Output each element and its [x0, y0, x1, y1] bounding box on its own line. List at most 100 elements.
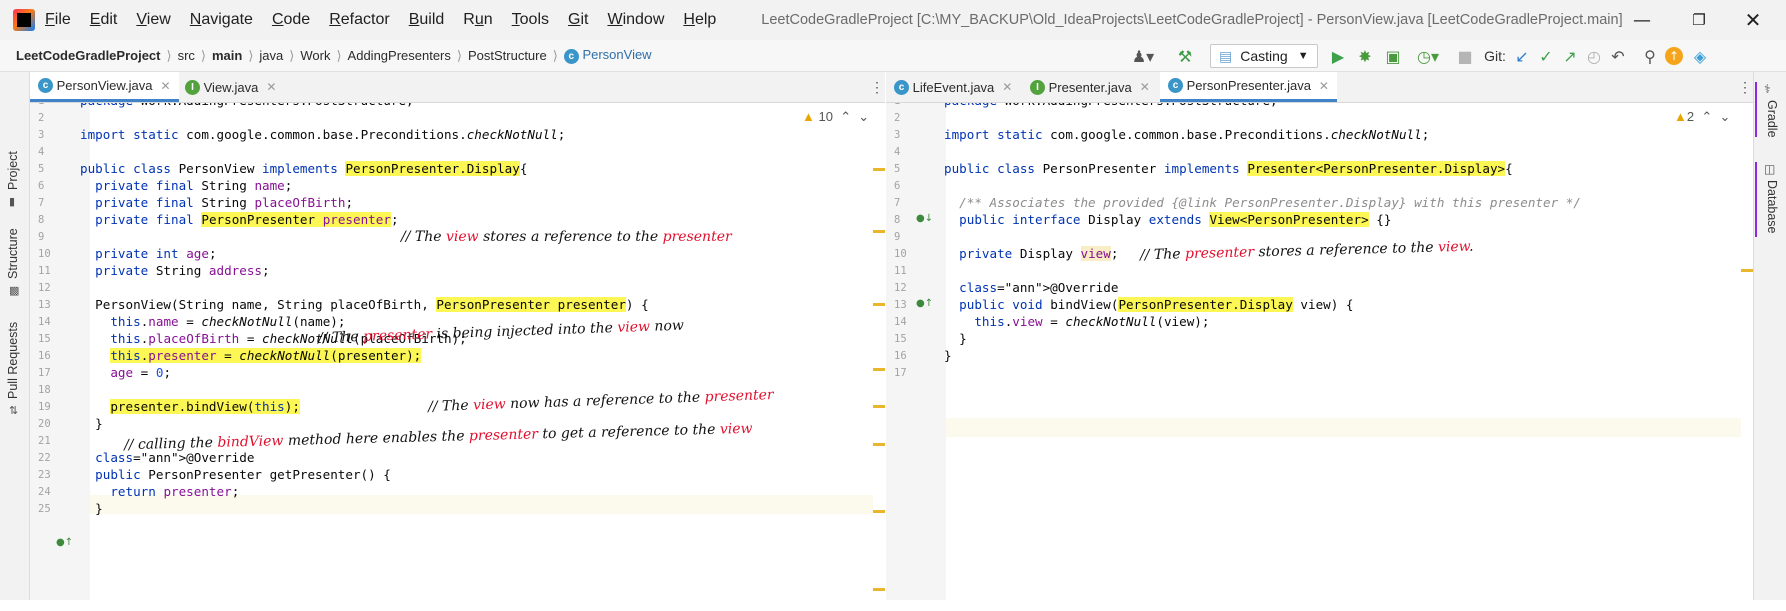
breadcrumb-src[interactable]: src	[178, 48, 195, 63]
code-line[interactable]: }	[944, 331, 967, 346]
line-number: 9	[38, 231, 45, 243]
code-line[interactable]: presenter.bindView(this);	[80, 399, 300, 414]
close-tab-icon[interactable]: ✕	[1140, 80, 1150, 94]
line-number: 12	[38, 282, 51, 294]
tab-lifeevent[interactable]: c LifeEvent.java ✕	[886, 72, 1020, 102]
menu-view[interactable]: View	[136, 11, 170, 29]
code-line[interactable]: private String address;	[80, 263, 269, 278]
code-line[interactable]: this.presenter = checkNotNull(presenter)…	[80, 348, 422, 363]
code-line[interactable]: public class PersonPresenter implements …	[944, 161, 1513, 176]
breadcrumb-poststructure[interactable]: PostStructure	[468, 48, 547, 63]
gradle-tool-tab[interactable]: Gradle	[1765, 100, 1779, 138]
code-line[interactable]: }	[80, 501, 103, 516]
right-editor[interactable]: 1234567891011121314151617 package Work.A…	[886, 103, 1753, 600]
class-icon: c	[38, 78, 53, 93]
build-hammer-icon[interactable]: ⚒	[1174, 46, 1196, 66]
profile-icon[interactable]: ◷▾	[1410, 46, 1446, 66]
code-line[interactable]: private final String placeOfBirth;	[80, 195, 353, 210]
tab-personview[interactable]: c PersonView.java ✕	[30, 72, 179, 102]
breadcrumb-main[interactable]: main	[212, 48, 242, 63]
menu-refactor[interactable]: Refactor	[329, 11, 389, 29]
more-tabs-icon[interactable]: ⋮	[1738, 79, 1752, 96]
restore-icon[interactable]: ❐	[1684, 6, 1714, 34]
search-icon[interactable]: ⚲	[1640, 46, 1660, 66]
code-line[interactable]: /** Associates the provided {@link Perso…	[944, 195, 1581, 210]
minimize-icon[interactable]: —	[1627, 6, 1657, 34]
breadcrumb-java[interactable]: java	[259, 48, 283, 63]
breadcrumb-project[interactable]: LeetCodeGradleProject	[16, 48, 161, 63]
code-line[interactable]: private int age;	[80, 246, 216, 261]
implements-gutter-icon[interactable]: ●↑	[916, 298, 933, 309]
code-line[interactable]: this.view = checkNotNull(view);	[944, 314, 1209, 329]
breadcrumb-addingpresenters[interactable]: AddingPresenters	[348, 48, 451, 63]
code-line[interactable]: public class PersonView implements Perso…	[80, 161, 527, 176]
updates-icon[interactable]: ↑	[1664, 46, 1684, 66]
git-history-icon[interactable]: ◴	[1584, 46, 1604, 66]
coverage-icon[interactable]: ▣	[1383, 46, 1403, 66]
implements-gutter-icon[interactable]: ●↑	[56, 537, 73, 548]
menu-code[interactable]: Code	[272, 11, 310, 29]
code-line[interactable]: private Display view;	[944, 246, 1118, 261]
tab-view[interactable]: I View.java ✕	[177, 72, 284, 102]
code-line[interactable]: return presenter;	[80, 484, 239, 499]
menu-run[interactable]: Run	[463, 11, 492, 29]
tab-presenter[interactable]: I Presenter.java ✕	[1022, 72, 1158, 102]
code-line[interactable]: package Work.AddingPresenters.PostStruct…	[944, 103, 1278, 108]
code-line[interactable]: public interface Display extends View<Pe…	[944, 212, 1391, 227]
menu-window[interactable]: Window	[607, 11, 664, 29]
code-line[interactable]: import static com.google.common.base.Pre…	[80, 127, 565, 142]
menu-git[interactable]: Git	[568, 11, 588, 29]
left-scrollbar[interactable]	[873, 103, 885, 600]
menu-build[interactable]: Build	[409, 11, 445, 29]
code-line[interactable]: private final PersonPresenter presenter;	[80, 212, 399, 227]
user-icon[interactable]: ♟▾	[1128, 46, 1158, 66]
database-tool-tab[interactable]: Database	[1765, 180, 1779, 234]
menu-navigate[interactable]: Navigate	[190, 11, 253, 29]
code-line[interactable]: private final String name;	[80, 178, 292, 193]
code-line[interactable]: class="ann">@Override	[80, 450, 254, 465]
code-line[interactable]: }	[944, 348, 952, 363]
code-line[interactable]: age = 0;	[80, 365, 171, 380]
right-scrollbar[interactable]	[1741, 103, 1753, 600]
implemented-gutter-icon[interactable]: ●↓	[916, 213, 933, 224]
run-icon[interactable]: ▶	[1328, 46, 1348, 66]
project-tool-tab[interactable]: Project	[6, 151, 20, 190]
git-update-icon[interactable]: ↙	[1512, 46, 1532, 66]
menu-file[interactable]: File	[45, 11, 71, 29]
code-line[interactable]: class="ann">@Override	[944, 280, 1118, 295]
inspection-warnings[interactable]: ▲2 ⌃ ⌄	[1674, 109, 1730, 125]
tab-personpresenter[interactable]: c PersonPresenter.java ✕	[1160, 72, 1337, 102]
close-window-icon[interactable]: ✕	[1738, 6, 1768, 34]
code-line[interactable]: }	[80, 416, 103, 431]
menu-tools[interactable]: Tools	[512, 11, 549, 29]
close-tab-icon[interactable]: ✕	[1319, 79, 1329, 93]
breadcrumb-work[interactable]: Work	[300, 48, 330, 63]
git-push-icon[interactable]: ↗	[1560, 46, 1580, 66]
code-line[interactable]: import static com.google.common.base.Pre…	[944, 127, 1429, 142]
toolbox-icon[interactable]: ◈	[1690, 46, 1710, 66]
close-tab-icon[interactable]: ✕	[161, 79, 171, 93]
close-tab-icon[interactable]: ✕	[1002, 80, 1012, 94]
code-line[interactable]: public void bindView(PersonPresenter.Dis…	[944, 297, 1354, 312]
debug-icon[interactable]: ✸	[1355, 46, 1375, 66]
menu-edit[interactable]: Edit	[90, 11, 118, 29]
code-line[interactable]: PersonView(String name, String placeOfBi…	[80, 297, 649, 312]
left-editor[interactable]: 1234567891011121314151617181920212223242…	[30, 103, 885, 600]
line-number: 6	[38, 180, 45, 192]
code-line[interactable]: this.name = checkNotNull(name);	[80, 314, 345, 329]
pull-requests-tool-tab[interactable]: Pull Requests	[6, 322, 20, 399]
git-commit-icon[interactable]: ✓	[1536, 46, 1556, 66]
rollback-icon[interactable]: ↶	[1608, 46, 1628, 66]
code-line[interactable]: public PersonPresenter getPresenter() {	[80, 467, 391, 482]
inspection-warnings[interactable]: ▲ 10 ⌃ ⌄	[802, 109, 869, 125]
run-configuration-select[interactable]: ▤ Casting ▼	[1210, 44, 1318, 68]
more-tabs-icon[interactable]: ⋮	[870, 79, 884, 96]
code-line[interactable]: package Work.AddingPresenters.PostStruct…	[80, 103, 414, 108]
line-number: 2	[894, 112, 901, 124]
close-tab-icon[interactable]: ✕	[266, 80, 276, 94]
breadcrumb-personview[interactable]: c PersonView	[563, 47, 652, 64]
stop-icon[interactable]: ■	[1456, 46, 1474, 66]
warning-stripe	[1741, 269, 1753, 272]
menu-help[interactable]: Help	[683, 11, 716, 29]
structure-tool-tab[interactable]: Structure	[6, 228, 20, 279]
